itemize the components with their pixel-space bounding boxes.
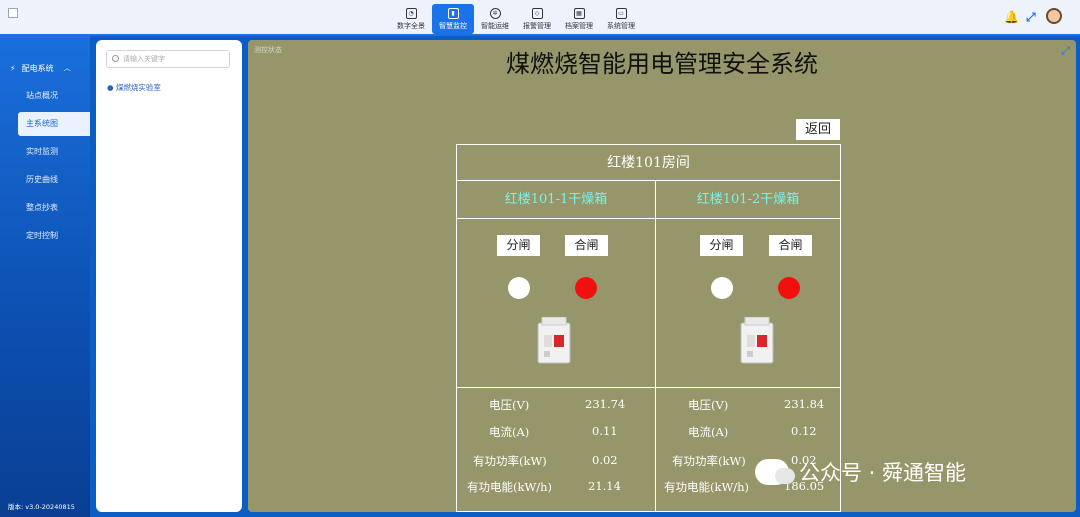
box-title: 红楼101-1干燥箱 bbox=[457, 181, 655, 219]
tree-node-lab[interactable]: ● 煤燃烧实验室 bbox=[107, 82, 161, 93]
energy-label: 有功电能(kW/h) bbox=[467, 480, 553, 494]
gear-icon: ✲ bbox=[489, 7, 501, 19]
close-switch-button[interactable]: 合闸 bbox=[769, 235, 812, 256]
sidebar-group-label: 配电系统 bbox=[21, 63, 54, 73]
alarm-icon: ◇ bbox=[531, 7, 543, 19]
grid-icon: ▦ bbox=[573, 7, 585, 19]
nav-label: 档案管理 bbox=[565, 21, 593, 30]
logo-image bbox=[8, 8, 18, 18]
monitor-icon: ▭ bbox=[615, 7, 627, 19]
version-text: 版本: v3.0-20240815 bbox=[8, 503, 75, 511]
search-input[interactable]: 请输入关键字 bbox=[106, 50, 230, 68]
energy-value: 21.14 bbox=[588, 479, 621, 493]
open-switch-button[interactable]: 分闸 bbox=[700, 235, 743, 256]
sidebar: ⚡ 配电系统 ︿ 站点概况 主系统图 实时监测 历史曲线 整点抄表 定时控制 版… bbox=[0, 36, 90, 517]
nav-monitoring[interactable]: ▮ 智慧监控 bbox=[432, 4, 474, 34]
top-navigation: ◔ 数字全景 ▮ 智慧监控 ✲ 智能运维 ◇ 报警管理 ▦ 档案管理 ▭ 系统管理 bbox=[390, 4, 642, 34]
search-placeholder: 请输入关键字 bbox=[123, 55, 165, 63]
chevron-up-icon: ︿ bbox=[63, 64, 71, 72]
current-label: 电流(A) bbox=[489, 425, 530, 439]
sidebar-item-realtime[interactable]: 实时监测 bbox=[18, 140, 90, 164]
current-row: 电流(A) 0.11 bbox=[457, 424, 655, 444]
close-switch-button[interactable]: 合闸 bbox=[565, 235, 608, 256]
power-row: 有功功率(kW) 0.02 bbox=[457, 453, 655, 473]
sidebar-item-main-diagram[interactable]: 主系统图 bbox=[18, 112, 90, 136]
open-switch-button[interactable]: 分闸 bbox=[497, 235, 540, 256]
top-bar: ◔ 数字全景 ▮ 智慧监控 ✲ 智能运维 ◇ 报警管理 ▦ 档案管理 ▭ 系统管理 🔔 ⤢ bbox=[0, 0, 1080, 36]
nav-label: 数字全景 bbox=[397, 21, 425, 30]
dryer-box-1: 红楼101-1干燥箱 分闸 合闸 电压(V) 231.74 电流(A) 0.11 bbox=[457, 181, 656, 511]
nav-dashboard[interactable]: ◔ 数字全景 bbox=[390, 4, 432, 34]
page-title: 煤燃烧智能用电管理安全系统 bbox=[506, 50, 818, 78]
nav-system[interactable]: ▭ 系统管理 bbox=[600, 4, 642, 34]
bar-chart-icon: ▮ bbox=[447, 7, 459, 19]
fullscreen-icon[interactable]: ⤢ bbox=[1026, 10, 1036, 25]
close-status-lamp bbox=[778, 277, 800, 299]
energy-row: 有功电能(kW/h) 21.14 bbox=[457, 479, 655, 499]
divider bbox=[656, 387, 840, 388]
sidebar-group-power[interactable]: ⚡ 配电系统 ︿ bbox=[0, 56, 90, 80]
nav-alarm[interactable]: ◇ 报警管理 bbox=[516, 4, 558, 34]
box-title: 红楼101-2干燥箱 bbox=[656, 181, 840, 219]
room-title: 红楼101房间 bbox=[457, 145, 840, 181]
nav-label: 系统管理 bbox=[607, 21, 635, 30]
voltage-row: 电压(V) 231.74 bbox=[457, 397, 655, 417]
main-panel: 测控状态 ⤢ 煤燃烧智能用电管理安全系统 返回 红楼101房间 红楼101-1干… bbox=[248, 40, 1076, 512]
watermark-text: 公众号 · 舜通智能 bbox=[799, 461, 967, 485]
node-icon: ● bbox=[107, 83, 114, 92]
tree-panel: 请输入关键字 ● 煤燃烧实验室 bbox=[96, 40, 242, 512]
close-status-lamp bbox=[575, 277, 597, 299]
search-icon bbox=[112, 55, 119, 62]
voltage-label: 电压(V) bbox=[489, 398, 530, 412]
open-status-lamp bbox=[711, 277, 733, 299]
current-row: 电流(A) 0.12 bbox=[656, 424, 840, 444]
avatar[interactable] bbox=[1046, 8, 1062, 24]
voltage-label: 电压(V) bbox=[688, 398, 729, 412]
wechat-icon bbox=[755, 459, 795, 485]
nav-label: 报警管理 bbox=[523, 21, 551, 30]
sidebar-item-overview[interactable]: 站点概况 bbox=[18, 84, 90, 108]
power-value: 0.02 bbox=[592, 453, 618, 467]
sidebar-item-meter-reading[interactable]: 整点抄表 bbox=[18, 196, 90, 220]
current-label: 电流(A) bbox=[688, 425, 729, 439]
lightning-icon: ⚡ bbox=[10, 63, 16, 73]
watermark: 公众号 · 舜通智能 bbox=[755, 452, 1055, 492]
sidebar-item-timer-control[interactable]: 定时控制 bbox=[18, 224, 90, 248]
nav-archive[interactable]: ▦ 档案管理 bbox=[558, 4, 600, 34]
energy-label: 有功电能(kW/h) bbox=[664, 480, 750, 494]
dashboard-icon: ◔ bbox=[405, 7, 417, 19]
voltage-value: 231.74 bbox=[585, 397, 626, 411]
current-value: 0.11 bbox=[592, 424, 618, 438]
divider bbox=[457, 387, 655, 388]
voltage-value: 231.84 bbox=[784, 397, 825, 411]
voltage-row: 电压(V) 231.84 bbox=[656, 397, 840, 417]
sidebar-item-history[interactable]: 历史曲线 bbox=[18, 168, 90, 192]
power-label: 有功功率(kW) bbox=[473, 454, 547, 468]
power-label: 有功功率(kW) bbox=[672, 454, 746, 468]
open-status-lamp bbox=[508, 277, 530, 299]
back-button[interactable]: 返回 bbox=[796, 119, 840, 140]
current-value: 0.12 bbox=[791, 424, 817, 438]
circuit-breaker-icon bbox=[537, 317, 571, 364]
tree-node-label: 煤燃烧实验室 bbox=[115, 83, 161, 92]
circuit-breaker-icon bbox=[740, 317, 774, 364]
nav-label: 智慧监控 bbox=[439, 21, 467, 30]
notification-bell-icon[interactable]: 🔔 bbox=[1004, 10, 1019, 24]
nav-label: 智能运维 bbox=[481, 21, 509, 30]
nav-maintenance[interactable]: ✲ 智能运维 bbox=[474, 4, 516, 34]
